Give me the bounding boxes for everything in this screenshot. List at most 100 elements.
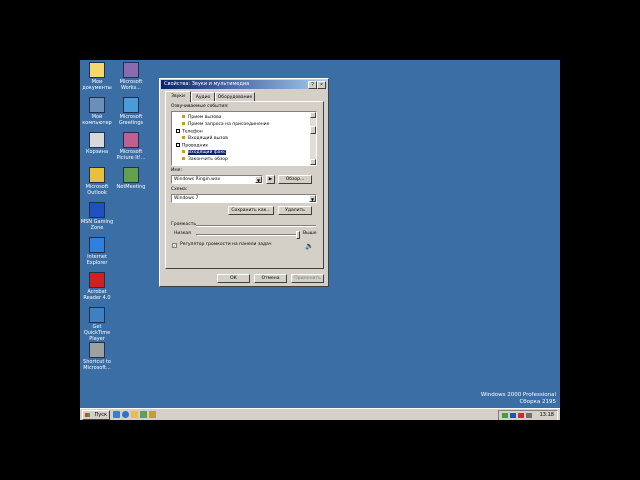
apply-button[interactable]: Применить [291,274,324,283]
greetings-icon [123,97,139,113]
taskbar: Пуск 13:18 [80,408,560,420]
volume-tray-icon[interactable] [526,413,532,418]
event-item[interactable]: Входящий вызов [182,136,228,142]
folder-expander-icon [176,143,180,147]
desktop-icon[interactable]: Acrobat Reader 4.0 [80,272,114,301]
outlook-icon [89,167,105,183]
desktop-icon[interactable]: MSN Gaming Zone [80,202,114,231]
desktop-icon[interactable]: Microsoft Picture It!... [114,132,148,161]
desktop-icon[interactable]: Get QuickTime Player [80,307,114,342]
events-list[interactable]: Прием вызова Прием запроса на присоединен… [171,111,317,166]
event-item[interactable]: Телефон [176,129,203,135]
ok-button[interactable]: ОК [217,274,250,283]
speaker-icon [182,157,185,160]
event-item[interactable]: Проводник [176,143,208,149]
outlook-quicklaunch-icon[interactable] [131,411,138,418]
quicktime-icon [89,307,105,323]
clock[interactable]: 13:18 [540,411,554,420]
show-desktop-icon[interactable] [113,411,120,418]
speaker-icon [182,136,185,139]
event-item[interactable]: Прием вызова [182,115,222,121]
save-as-button[interactable]: Сохранить как... [228,206,274,215]
volume-label: Громкость [171,222,196,227]
scroll-thumb[interactable] [310,126,316,134]
desktop-icon-label: Мои документы [82,79,112,91]
desktop-icon-label: Мой компьютер [82,114,112,126]
gaming-zone-icon [89,202,105,218]
close-button[interactable]: × [317,81,326,89]
event-item-label: Прием вызова [188,115,222,120]
taskbar-volume-checkbox[interactable]: ✓ [172,243,177,248]
event-item-label: Проводник [182,143,209,149]
speaker-icon: 🔈 [305,242,314,250]
netmeeting-icon [123,167,139,183]
quicklaunch-extra-icon[interactable] [140,411,147,418]
scroll-down-arrow-icon[interactable] [310,159,316,165]
chevron-down-icon[interactable]: ▼ [309,195,316,202]
event-item[interactable]: Прием запроса на присоединение [182,122,269,128]
tab-hardware[interactable]: Оборудование [215,92,255,101]
volume-thumb[interactable] [296,231,300,239]
tray-app-icon[interactable] [510,413,516,418]
start-button[interactable]: Пуск [82,410,110,420]
desktop-icon[interactable]: Microsoft Works... [114,62,148,91]
speaker-icon [182,150,185,153]
cancel-button[interactable]: Отмена [254,274,287,283]
delete-button[interactable]: Удалить [278,206,312,215]
desktop-icon[interactable]: Internet Explorer [80,237,114,266]
sound-name-select[interactable]: Windows Ringin.wav ▼ [171,175,263,184]
desktop-icon-label: Get QuickTime Player [83,324,111,342]
desktop-icon[interactable]: Мой компьютер [80,97,114,126]
picture-it-icon [123,132,139,148]
chevron-down-icon[interactable]: ▼ [255,176,262,183]
volume-track [196,234,300,236]
shortcut-icon [89,342,105,358]
desktop-icon-label: MSN Gaming Zone [80,219,114,231]
desktop-icon[interactable]: NetMeeting [114,167,148,190]
browse-button[interactable]: Обзор... [278,175,312,184]
events-scrollbar[interactable] [310,112,316,165]
event-item-label: Закончить обзор [188,157,228,162]
volume-group-divider [196,225,316,227]
desktop-icon-label: Microsoft Works... [119,79,143,91]
taskbar-volume-label: Регулятор громкости на панели задач [180,242,272,247]
system-tray: 13:18 [498,410,558,420]
computer-icon [89,97,105,113]
desktop-icon[interactable]: Мои документы [80,62,114,91]
ie-icon [89,237,105,253]
ie-quicklaunch-icon[interactable] [122,411,129,418]
desktop-icon-label: Acrobat Reader 4.0 [83,289,111,301]
speaker-icon [182,115,185,118]
tray-app-icon[interactable] [518,413,524,418]
play-sound-button[interactable]: ▶ [266,175,275,184]
dialog-titlebar[interactable]: Свойства: Звуки и мультимедиа ? × [161,80,327,89]
event-item-label: Телефон [182,129,203,135]
help-button[interactable]: ? [308,81,317,89]
desktop-icon[interactable]: Microsoft Greetings [114,97,148,126]
tab-audio[interactable]: Аудио [191,92,215,101]
sound-name-value: Windows Ringin.wav [174,177,221,182]
event-item[interactable]: Закончить обзор [182,157,228,163]
desktop-icon[interactable]: Корзина [80,132,114,155]
event-item-label: Прием запроса на присоединение [188,122,270,127]
desktop-icon-label: Microsoft Outlook [85,184,109,196]
volume-low-label: Низкая [174,231,191,236]
volume-slider[interactable] [196,231,300,239]
name-label: Имя: [171,168,182,173]
event-item-label: Входящий факс [188,150,226,155]
sounds-tab-panel: Озвучиваемые события: Прием вызова Прием … [165,101,324,269]
os-watermark: Windows 2000 Professional Сборка 2195 [481,392,556,406]
event-item[interactable]: Входящий факс [182,150,226,156]
scroll-up-arrow-icon[interactable] [310,112,316,118]
network-icon[interactable] [502,413,508,418]
works-icon [123,62,139,78]
desktop-icon-label: Корзина [85,149,109,155]
tab-sounds[interactable]: Звуки [165,91,191,102]
desktop-icon[interactable]: Shortcut to Microsoft... [80,342,114,371]
scheme-select[interactable]: Windows 7 ▼ [171,194,317,203]
desktop-icon[interactable]: Microsoft Outlook [80,167,114,196]
desktop-icon-label: Microsoft Picture It!... [116,149,146,161]
quicklaunch-extra-icon[interactable] [149,411,156,418]
scheme-label: Схема: [171,187,188,192]
desktop: Мои документы Microsoft Works... Мой компь… [80,60,560,420]
